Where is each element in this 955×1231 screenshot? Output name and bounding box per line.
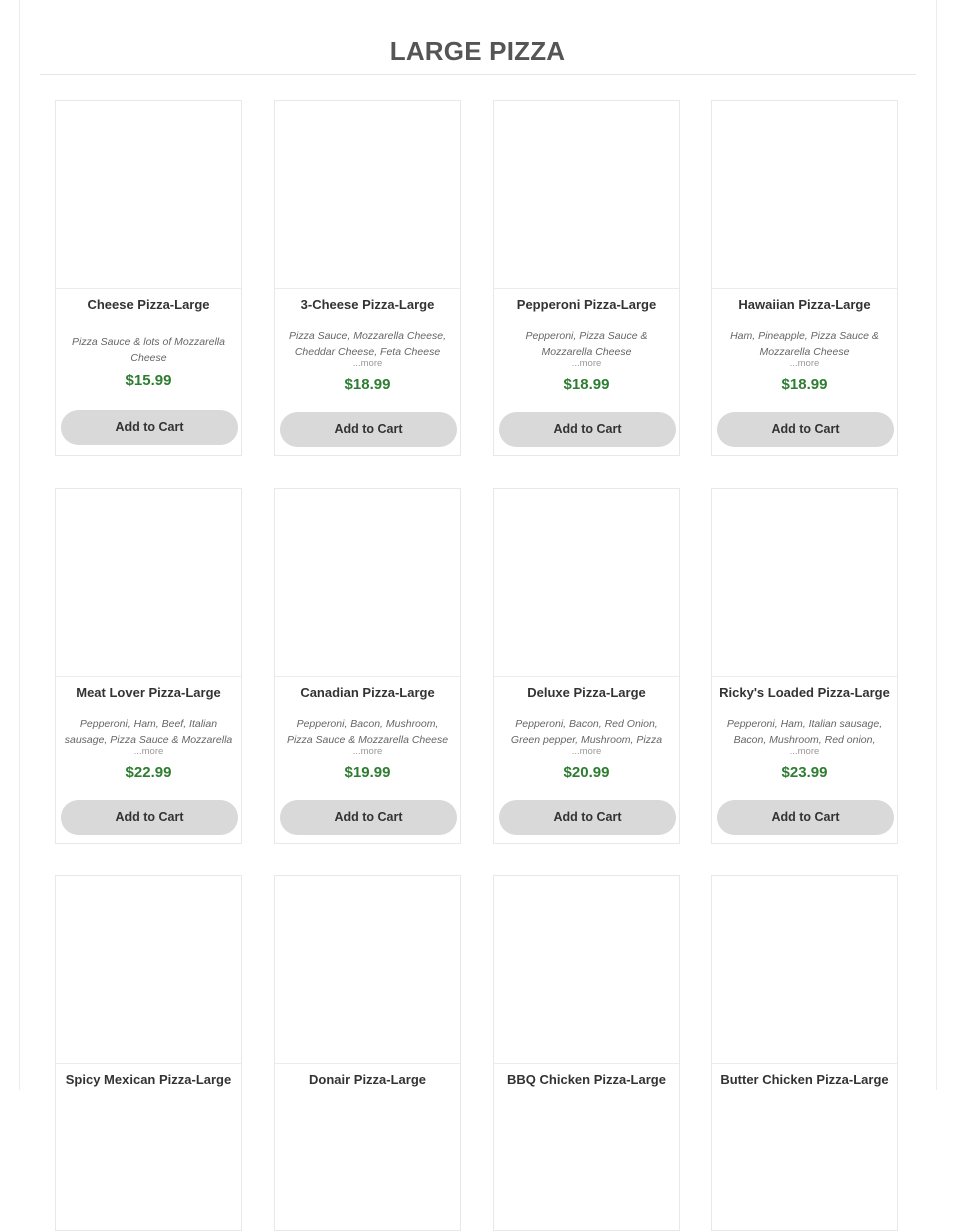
product-price: $22.99 (125, 764, 172, 781)
product-image[interactable] (56, 489, 241, 677)
product-price: $20.99 (563, 764, 610, 781)
product-price: $15.99 (125, 372, 172, 389)
product-description: Pepperoni, Bacon, Mushroom, Pizza Sauce … (286, 718, 449, 746)
more-link[interactable]: ...more (494, 746, 679, 757)
product-price: $18.99 (344, 376, 391, 393)
add-to-cart-button[interactable]: Add to Cart (717, 800, 894, 835)
product-image[interactable] (712, 876, 897, 1064)
product-image[interactable] (494, 876, 679, 1064)
product-image[interactable] (56, 101, 241, 289)
more-link[interactable]: ...more (56, 746, 241, 757)
more-link[interactable]: ...more (275, 358, 460, 369)
title-divider (40, 74, 916, 75)
product-name[interactable]: Meat Lover Pizza-Large (56, 685, 241, 700)
more-link[interactable]: ...more (275, 746, 460, 757)
more-link[interactable]: ...more (712, 746, 897, 757)
product-price: $19.99 (344, 764, 391, 781)
product-price: $18.99 (781, 376, 828, 393)
add-to-cart-button[interactable]: Add to Cart (717, 412, 894, 447)
add-to-cart-button[interactable]: Add to Cart (280, 412, 457, 447)
product-description: Pepperoni, Bacon, Red Onion, Green peppe… (510, 718, 663, 746)
product-image[interactable] (56, 876, 241, 1064)
product-card[interactable]: Spicy Mexican Pizza-Large (55, 875, 242, 1231)
product-name[interactable]: Deluxe Pizza-Large (494, 685, 679, 700)
product-description: Ham, Pineapple, Pizza Sauce & Mozzarella… (730, 330, 879, 358)
product-name[interactable]: Pepperoni Pizza-Large (494, 297, 679, 312)
product-image[interactable] (275, 876, 460, 1064)
product-card[interactable]: Donair Pizza-Large (274, 875, 461, 1231)
product-description: Pizza Sauce & lots of Mozzarella Cheese (72, 336, 225, 364)
product-name[interactable]: BBQ Chicken Pizza-Large (494, 1072, 679, 1087)
product-description: Pepperoni, Ham, Italian sausage, Bacon, … (726, 718, 883, 746)
product-card[interactable]: Deluxe Pizza-Large Pepperoni, Bacon, Red… (493, 488, 680, 844)
product-name[interactable]: Ricky's Loaded Pizza-Large (712, 685, 897, 700)
product-image[interactable] (494, 489, 679, 677)
product-card[interactable]: Cheese Pizza-Large Pizza Sauce & lots of… (55, 100, 242, 456)
product-price: $18.99 (563, 376, 610, 393)
more-link[interactable]: ...more (494, 358, 679, 369)
left-border (19, 0, 20, 1090)
add-to-cart-button[interactable]: Add to Cart (61, 800, 238, 835)
product-name[interactable]: Butter Chicken Pizza-Large (712, 1072, 897, 1087)
right-border (936, 0, 937, 1090)
more-link[interactable]: ...more (712, 358, 897, 369)
add-to-cart-button[interactable]: Add to Cart (499, 800, 676, 835)
product-name[interactable]: Hawaiian Pizza-Large (712, 297, 897, 312)
add-to-cart-button[interactable]: Add to Cart (61, 410, 238, 445)
product-image[interactable] (712, 101, 897, 289)
product-name[interactable]: Cheese Pizza-Large (56, 297, 241, 312)
product-image[interactable] (712, 489, 897, 677)
product-image[interactable] (275, 489, 460, 677)
product-card[interactable]: Pepperoni Pizza-Large Pepperoni, Pizza S… (493, 100, 680, 456)
product-image[interactable] (494, 101, 679, 289)
product-name[interactable]: Canadian Pizza-Large (275, 685, 460, 700)
product-card[interactable]: BBQ Chicken Pizza-Large (493, 875, 680, 1231)
section-title: LARGE PIZZA (389, 36, 566, 66)
product-card[interactable]: Butter Chicken Pizza-Large (711, 875, 898, 1231)
product-description: Pepperoni, Pizza Sauce & Mozzarella Chee… (525, 330, 648, 358)
product-price: $23.99 (781, 764, 828, 781)
product-card[interactable]: Hawaiian Pizza-Large Ham, Pineapple, Piz… (711, 100, 898, 456)
product-card[interactable]: Ricky's Loaded Pizza-Large Pepperoni, Ha… (711, 488, 898, 844)
product-image[interactable] (275, 101, 460, 289)
product-card[interactable]: 3-Cheese Pizza-Large Pizza Sauce, Mozzar… (274, 100, 461, 456)
product-description: Pizza Sauce, Mozzarella Cheese, Cheddar … (289, 330, 446, 358)
product-description: Pepperoni, Ham, Beef, Italian sausage, P… (64, 718, 233, 746)
product-name[interactable]: Spicy Mexican Pizza-Large (56, 1072, 241, 1087)
product-card[interactable]: Canadian Pizza-Large Pepperoni, Bacon, M… (274, 488, 461, 844)
add-to-cart-button[interactable]: Add to Cart (280, 800, 457, 835)
product-name[interactable]: 3-Cheese Pizza-Large (275, 297, 460, 312)
product-card[interactable]: Meat Lover Pizza-Large Pepperoni, Ham, B… (55, 488, 242, 844)
add-to-cart-button[interactable]: Add to Cart (499, 412, 676, 447)
product-name[interactable]: Donair Pizza-Large (275, 1072, 460, 1087)
